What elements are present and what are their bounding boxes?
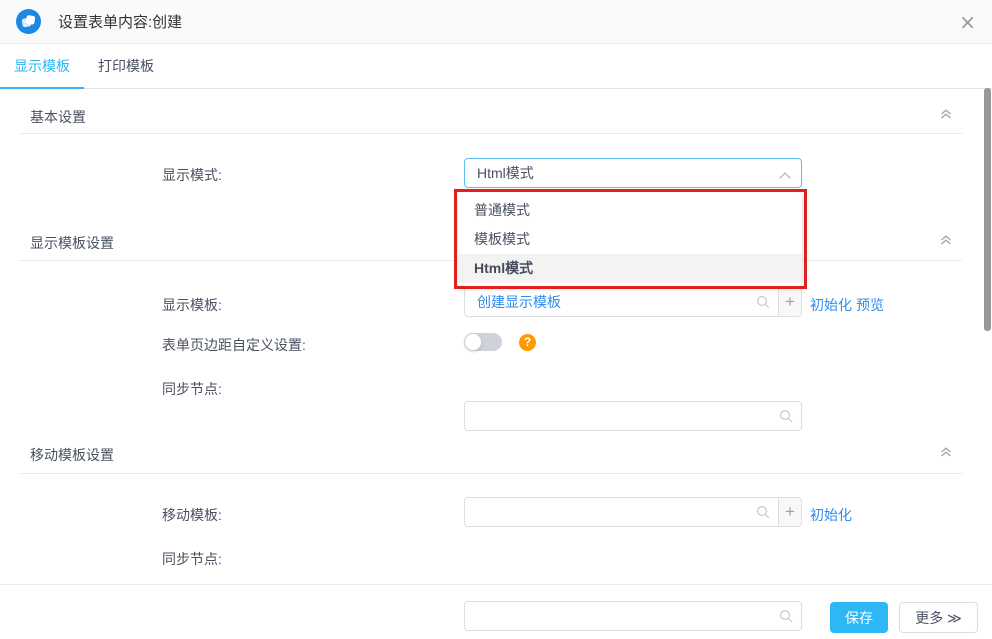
sync-node-label: 同步节点: — [162, 379, 222, 399]
dropdown-option-normal[interactable]: 普通模式 — [458, 196, 802, 225]
tab-bar: 显示模板 打印模板 — [0, 44, 992, 89]
section-title-mobile-template: 移动模板设置 — [30, 445, 114, 465]
display-mode-label: 显示模式: — [162, 165, 222, 185]
app-logo-icon — [16, 9, 41, 34]
mobile-template-input-group: + — [464, 497, 802, 527]
dialog-title: 设置表单内容:创建 — [58, 11, 182, 32]
chevron-up-icon — [781, 172, 789, 180]
form-content: 基本设置 显示模式: Html模式 显示模板设置 显示模板: — [0, 89, 992, 639]
display-mode-select[interactable]: Html模式 — [464, 158, 802, 188]
init-display-template-link[interactable]: 初始化 — [810, 295, 852, 315]
divider — [20, 473, 962, 474]
more-button[interactable]: 更多 ≫ — [899, 602, 978, 633]
add-template-button[interactable]: + — [778, 287, 802, 317]
search-icon — [779, 409, 793, 423]
mobile-template-label: 移动模板: — [162, 505, 222, 525]
search-icon — [756, 295, 770, 309]
collapse-icon-display-template[interactable] — [938, 232, 954, 248]
save-button[interactable]: 保存 — [830, 602, 888, 633]
sync-node-input[interactable] — [464, 401, 802, 431]
tab-print-template[interactable]: 打印模板 — [84, 44, 168, 88]
mobile-sync-node-input-wrap — [464, 601, 802, 631]
display-template-input[interactable] — [464, 287, 779, 317]
dropdown-option-html[interactable]: Html模式 — [458, 254, 802, 283]
page-margin-label: 表单页边距自定义设置: — [162, 335, 306, 355]
tab-display-template[interactable]: 显示模板 — [0, 44, 84, 88]
add-mobile-template-button[interactable]: + — [778, 497, 802, 527]
display-template-input-group: + — [464, 287, 802, 317]
display-mode-value: Html模式 — [477, 163, 534, 183]
init-mobile-template-link[interactable]: 初始化 — [810, 505, 852, 525]
display-mode-dropdown: 普通模式 模板模式 Html模式 — [458, 192, 802, 287]
close-icon[interactable]: × — [959, 12, 976, 32]
section-title-basic: 基本设置 — [30, 107, 86, 127]
mobile-sync-node-label: 同步节点: — [162, 549, 222, 569]
display-template-label: 显示模板: — [162, 295, 222, 315]
search-icon — [756, 505, 770, 519]
dialog-header: 设置表单内容:创建 × — [0, 0, 992, 44]
preview-display-template-link[interactable]: 预览 — [856, 295, 884, 315]
mobile-sync-node-input[interactable] — [464, 601, 802, 631]
divider — [20, 133, 962, 134]
search-icon — [779, 609, 793, 623]
collapse-icon-mobile-template[interactable] — [938, 444, 954, 460]
sync-node-input-wrap — [464, 401, 802, 431]
section-title-display-template: 显示模板设置 — [30, 233, 114, 253]
help-icon[interactable]: ? — [519, 334, 536, 351]
dropdown-option-template[interactable]: 模板模式 — [458, 225, 802, 254]
page-margin-toggle[interactable] — [464, 333, 502, 351]
footer-divider — [0, 584, 992, 585]
collapse-icon-basic[interactable] — [938, 106, 954, 122]
mobile-template-input[interactable] — [464, 497, 779, 527]
vertical-scrollbar[interactable] — [984, 88, 991, 331]
toggle-knob — [464, 333, 482, 351]
